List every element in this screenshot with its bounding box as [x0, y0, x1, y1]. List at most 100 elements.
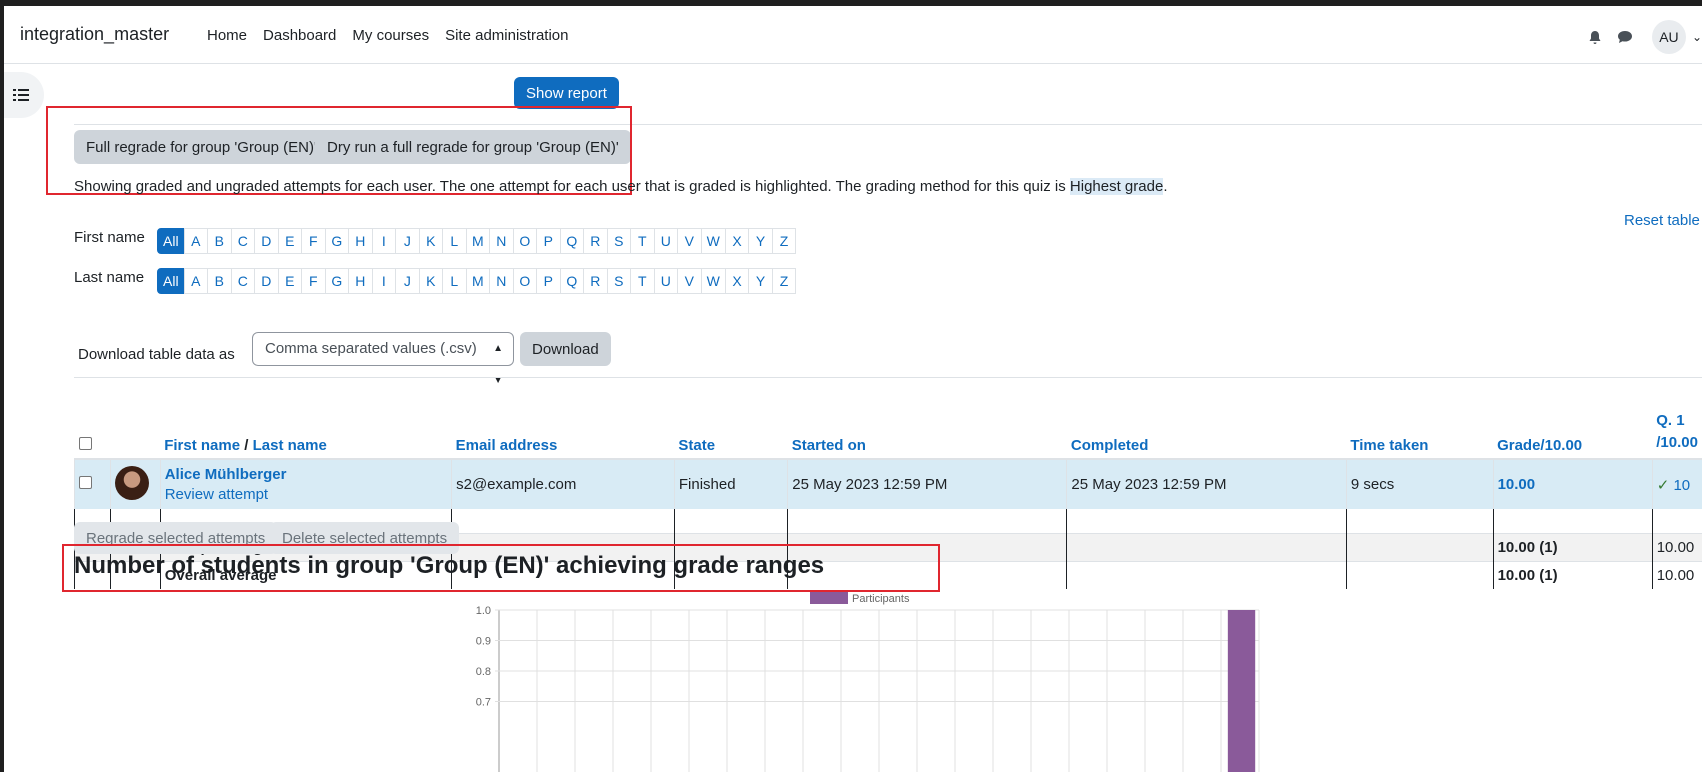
highlight-box-heading — [62, 544, 940, 592]
first-name-initial-y[interactable]: Y — [748, 228, 773, 254]
first-name-initial-z[interactable]: Z — [771, 228, 797, 254]
first-name-initial-v[interactable]: V — [677, 228, 702, 254]
review-attempt-link[interactable]: Review attempt — [165, 485, 447, 505]
messages-chat-icon[interactable] — [1610, 22, 1640, 52]
first-name-filter-label: First name — [74, 229, 145, 246]
nav-site-administration[interactable]: Site administration — [445, 27, 568, 44]
course-index-toggle[interactable] — [4, 72, 44, 118]
first-name-initial-k[interactable]: K — [418, 228, 444, 254]
last-name-initial-p[interactable]: P — [536, 268, 561, 294]
table-header-row: First name / Last name Email address Sta… — [74, 406, 1702, 460]
last-name-initial-d[interactable]: D — [254, 268, 279, 294]
last-name-initial-l[interactable]: L — [442, 268, 467, 294]
y-tick-label: 0.8 — [476, 666, 491, 678]
nav-dashboard[interactable]: Dashboard — [263, 27, 336, 44]
first-name-initial-i[interactable]: I — [371, 228, 397, 254]
first-name-initial-g[interactable]: G — [324, 228, 350, 254]
nav-my-courses[interactable]: My courses — [352, 27, 429, 44]
sort-question-1[interactable]: Q. 1/10.00 — [1652, 406, 1702, 460]
last-name-initial-q[interactable]: Q — [559, 268, 585, 294]
sort-time-taken[interactable]: Time taken — [1346, 406, 1494, 460]
overall-average-grade: 10.00 (1) — [1492, 560, 1653, 589]
overall-average-q1: 10.00 — [1651, 560, 1702, 589]
last-name-initial-c[interactable]: C — [230, 268, 256, 294]
sort-last-name[interactable]: Last name — [253, 437, 327, 454]
first-name-initial-all[interactable]: All — [157, 228, 185, 254]
sort-first-name[interactable]: First name — [164, 437, 240, 454]
show-report-button[interactable]: Show report — [514, 77, 619, 109]
notifications-bell-icon[interactable] — [1580, 22, 1610, 52]
first-name-initial-n[interactable]: N — [489, 228, 514, 254]
sort-grade[interactable]: Grade/10.00 — [1493, 406, 1653, 460]
last-name-initial-j[interactable]: J — [395, 268, 420, 294]
last-name-initial-b[interactable]: B — [207, 268, 232, 294]
last-name-initial-y[interactable]: Y — [748, 268, 773, 294]
row-checkbox[interactable] — [79, 476, 92, 489]
last-name-initial-f[interactable]: F — [301, 268, 326, 294]
sort-email[interactable]: Email address — [451, 406, 675, 460]
last-name-initial-x[interactable]: X — [724, 268, 750, 294]
first-name-initial-w[interactable]: W — [700, 228, 726, 254]
legend-label: Participants — [852, 593, 910, 605]
last-name-initial-a[interactable]: A — [183, 268, 209, 294]
chevron-down-icon[interactable]: ⌄ — [1692, 30, 1702, 44]
user-avatar[interactable]: AU — [1651, 20, 1686, 54]
nav-home[interactable]: Home — [207, 27, 247, 44]
first-name-initial-f[interactable]: F — [301, 228, 326, 254]
last-name-initial-g[interactable]: G — [324, 268, 350, 294]
user-name-link[interactable]: Alice Mühlberger — [165, 465, 447, 485]
last-name-initial-k[interactable]: K — [418, 268, 444, 294]
sort-completed[interactable]: Completed — [1066, 406, 1347, 460]
first-name-initial-a[interactable]: A — [183, 228, 209, 254]
top-navbar: integration_master Home Dashboard My cou… — [4, 6, 1702, 64]
last-name-initial-r[interactable]: R — [583, 268, 608, 294]
select-all-checkbox[interactable] — [78, 437, 92, 450]
first-name-initial-x[interactable]: X — [724, 228, 750, 254]
sort-state[interactable]: State — [674, 406, 788, 460]
time-taken-cell: 9 secs — [1345, 459, 1494, 509]
last-name-initial-s[interactable]: S — [606, 268, 632, 294]
y-tick-label: 1.0 — [476, 605, 491, 617]
last-name-initial-all[interactable]: All — [157, 268, 185, 294]
last-name-initial-o[interactable]: O — [512, 268, 538, 294]
first-name-initial-q[interactable]: Q — [559, 228, 585, 254]
first-name-initial-c[interactable]: C — [230, 228, 256, 254]
last-name-initial-z[interactable]: Z — [771, 268, 797, 294]
last-name-initial-i[interactable]: I — [371, 268, 397, 294]
first-name-initial-e[interactable]: E — [277, 228, 303, 254]
first-name-initial-t[interactable]: T — [630, 228, 655, 254]
download-format-select[interactable]: Comma separated values (.csv) ▲ ▼ — [252, 332, 514, 386]
last-name-initial-w[interactable]: W — [700, 268, 726, 294]
reset-table-link[interactable]: Reset table — [1624, 212, 1700, 229]
sort-started-on[interactable]: Started on — [787, 406, 1067, 460]
first-name-initial-j[interactable]: J — [395, 228, 420, 254]
download-button[interactable]: Download — [520, 332, 611, 366]
user-picture[interactable] — [114, 465, 149, 500]
first-name-initial-r[interactable]: R — [583, 228, 608, 254]
info-end: . — [1163, 178, 1168, 195]
list-icon — [13, 89, 29, 101]
first-name-initial-s[interactable]: S — [606, 228, 632, 254]
browser-viewport: integration_master Home Dashboard My cou… — [4, 6, 1702, 772]
first-name-initial-h[interactable]: H — [348, 228, 373, 254]
first-name-initial-l[interactable]: L — [442, 228, 467, 254]
last-name-initial-v[interactable]: V — [677, 268, 702, 294]
first-name-initials-bar: All A B C D E F G H I J K L M N O P Q R S T U V W X Y Z — [157, 228, 797, 254]
q1-cell[interactable]: ✓ 10 — [1651, 459, 1702, 509]
first-name-initial-b[interactable]: B — [207, 228, 232, 254]
first-name-initial-d[interactable]: D — [254, 228, 279, 254]
primary-navigation: Home Dashboard My courses Site administr… — [207, 27, 569, 44]
grade-link[interactable]: 10.00 — [1492, 459, 1653, 509]
site-brand[interactable]: integration_master — [20, 24, 169, 45]
last-name-initial-u[interactable]: U — [653, 268, 679, 294]
first-name-initial-o[interactable]: O — [512, 228, 538, 254]
last-name-initial-e[interactable]: E — [277, 268, 303, 294]
last-name-initial-h[interactable]: H — [348, 268, 373, 294]
last-name-initial-t[interactable]: T — [630, 268, 655, 294]
first-name-initial-u[interactable]: U — [653, 228, 679, 254]
last-name-initial-m[interactable]: M — [465, 268, 491, 294]
first-name-initial-m[interactable]: M — [465, 228, 491, 254]
last-name-initial-n[interactable]: N — [489, 268, 514, 294]
first-name-initial-p[interactable]: P — [536, 228, 561, 254]
completed-cell: 25 May 2023 12:59 PM — [1066, 459, 1347, 509]
